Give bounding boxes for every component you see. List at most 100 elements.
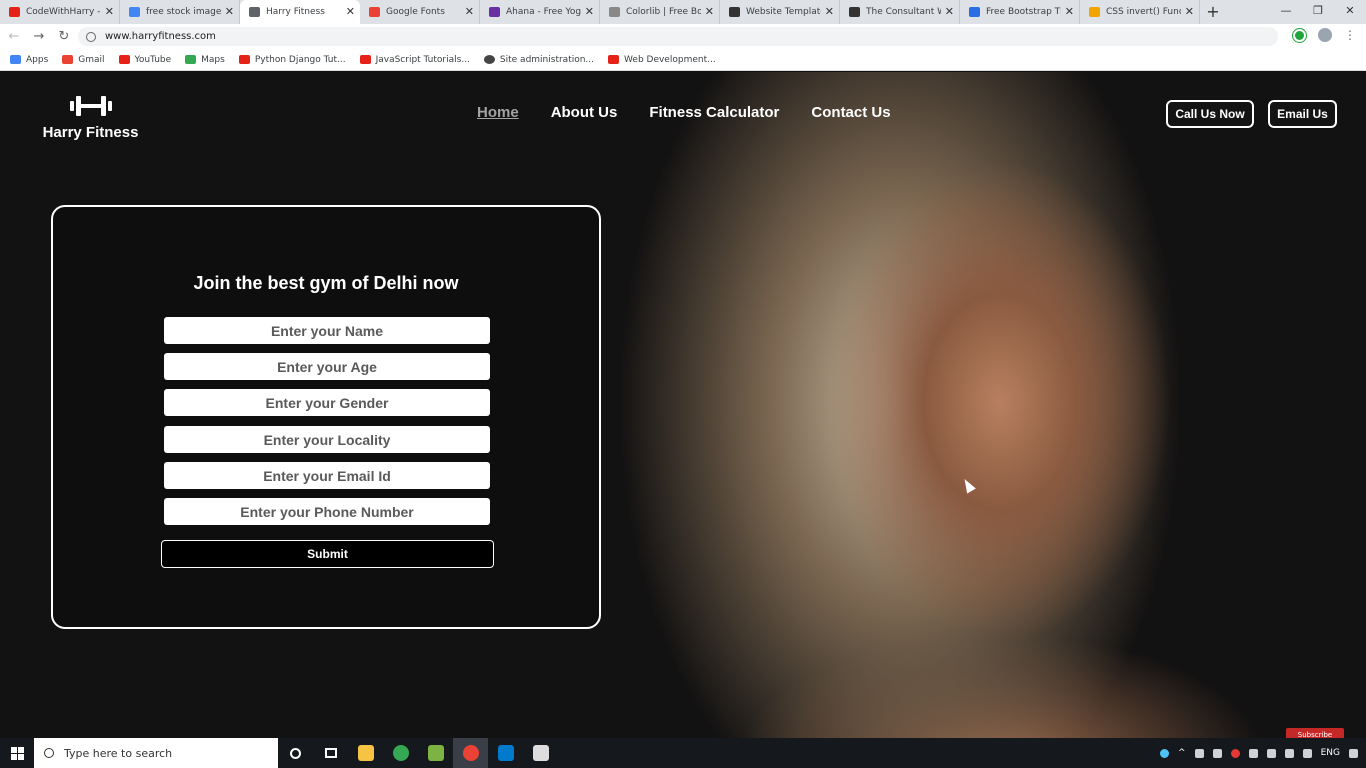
tab-ahana[interactable]: Ahana - Free Yoga ✕ [480, 0, 600, 24]
close-tab-icon[interactable]: ✕ [945, 5, 954, 18]
tab-website-templates[interactable]: Website Templates✕ [720, 0, 840, 24]
task-view-icon [324, 748, 337, 758]
taskbar-file-explorer[interactable] [348, 738, 383, 768]
windows-taskbar: Type here to search ^ ENG [0, 738, 1366, 768]
taskbar-photos[interactable] [523, 738, 558, 768]
bookmark-apps[interactable]: Apps [10, 55, 48, 65]
minimize-button[interactable]: — [1270, 0, 1302, 24]
notepad-icon [427, 745, 444, 761]
tab-free-bootstrap[interactable]: Free Bootstrap The✕ [960, 0, 1080, 24]
task-view-button[interactable] [313, 738, 348, 768]
close-tab-icon[interactable]: ✕ [585, 5, 594, 18]
join-form-card: Join the best gym of Delhi now Submit [51, 205, 601, 629]
site-info-icon[interactable] [86, 31, 96, 42]
website-viewport: Harry Fitness Home About Us Fitness Calc… [0, 72, 1366, 738]
bookmark-youtube[interactable]: YouTube [118, 55, 171, 65]
globe-icon [249, 7, 260, 17]
tab-codewithharry[interactable]: CodeWithHarry - Yo✕ [0, 0, 120, 24]
globe-icon [483, 55, 495, 64]
apps-grid-icon [10, 55, 21, 64]
profile-avatar[interactable] [1318, 28, 1332, 42]
language-indicator[interactable]: ENG [1321, 748, 1340, 758]
bookmark-web-dev[interactable]: Web Development... [608, 55, 716, 65]
brand-name: Harry Fitness [42, 124, 139, 141]
tab-google-fonts[interactable]: Google Fonts ✕ [360, 0, 480, 24]
taskbar-vscode[interactable] [488, 738, 523, 768]
bookmark-python-django[interactable]: Python Django Tut... [238, 55, 346, 65]
name-field[interactable] [164, 317, 490, 344]
tab-consultant[interactable]: The Consultant We✕ [840, 0, 960, 24]
brand-logo[interactable]: Harry Fitness [38, 94, 143, 141]
record-icon[interactable] [1230, 748, 1240, 758]
tab-free-stock-images[interactable]: free stock images -✕ [120, 0, 240, 24]
nav-about-us[interactable]: About Us [551, 104, 618, 121]
reload-button[interactable]: ↻ [53, 29, 75, 44]
close-tab-icon[interactable]: ✕ [346, 5, 355, 18]
age-field[interactable] [164, 353, 490, 380]
network-icon[interactable] [1266, 748, 1276, 758]
search-icon [44, 748, 54, 758]
new-tab-button[interactable]: + [1200, 0, 1226, 24]
close-tab-icon[interactable]: ✕ [225, 5, 234, 18]
taskbar-search[interactable]: Type here to search [34, 738, 278, 768]
volume-icon[interactable] [1284, 748, 1294, 758]
close-tab-icon[interactable]: ✕ [1065, 5, 1074, 18]
colorlib-icon [609, 7, 620, 17]
mouse-cursor-icon [960, 476, 976, 494]
submit-button[interactable]: Submit [161, 540, 494, 568]
window-controls: — ❐ ✕ [1270, 0, 1366, 24]
help-icon[interactable] [1160, 748, 1170, 758]
folder-icon [357, 745, 374, 761]
wix-icon [729, 7, 740, 17]
phone-field[interactable] [164, 498, 490, 525]
show-hidden-icons[interactable]: ^ [1178, 748, 1186, 758]
call-us-button[interactable]: Call Us Now [1166, 100, 1254, 128]
browser-menu-icon[interactable]: ⋮ [1344, 28, 1356, 42]
subscribe-badge[interactable]: Subscribe [1286, 728, 1344, 738]
css-tricks-icon [1089, 7, 1100, 17]
taskbar-chrome-active[interactable] [453, 738, 488, 768]
url-field[interactable]: www.harryfitness.com [78, 27, 1278, 46]
chrome-icon [392, 745, 409, 761]
close-window-button[interactable]: ✕ [1334, 0, 1366, 24]
battery-icon[interactable] [1248, 748, 1258, 758]
ahana-icon [489, 7, 500, 17]
gender-field[interactable] [164, 389, 490, 416]
start-button[interactable] [0, 738, 34, 768]
bookmark-site-admin[interactable]: Site administration... [483, 55, 594, 65]
wix-icon [849, 7, 860, 17]
form-heading: Join the best gym of Delhi now [193, 273, 459, 293]
bookmark-maps[interactable]: Maps [185, 55, 225, 65]
close-tab-icon[interactable]: ✕ [825, 5, 834, 18]
email-us-button[interactable]: Email Us [1268, 100, 1337, 128]
restore-button[interactable]: ❐ [1302, 0, 1334, 24]
nav-contact-us[interactable]: Contact Us [811, 104, 890, 121]
main-nav: Home About Us Fitness Calculator Contact… [477, 104, 891, 121]
tab-harry-fitness[interactable]: Harry Fitness ✕ [240, 0, 360, 24]
locality-field[interactable] [164, 426, 490, 453]
microphone-icon[interactable] [1212, 748, 1222, 758]
bootstrap-icon [969, 7, 980, 17]
forward-button[interactable]: → [28, 29, 50, 44]
close-tab-icon[interactable]: ✕ [1185, 5, 1194, 18]
close-tab-icon[interactable]: ✕ [705, 5, 714, 18]
youtube-icon [9, 7, 20, 17]
tab-css-invert[interactable]: CSS invert() Functio✕ [1080, 0, 1200, 24]
back-button[interactable]: ← [3, 29, 25, 44]
taskbar-chrome[interactable] [383, 738, 418, 768]
notifications-icon[interactable] [1349, 748, 1358, 758]
pen-icon[interactable] [1302, 748, 1312, 758]
tab-colorlib[interactable]: Colorlib | Free Boot✕ [600, 0, 720, 24]
close-tab-icon[interactable]: ✕ [105, 5, 114, 18]
bookmark-gmail[interactable]: Gmail [62, 55, 105, 65]
cortana-button[interactable] [278, 738, 313, 768]
onedrive-icon[interactable] [1194, 748, 1204, 758]
dumbbell-icon [68, 94, 114, 118]
email-field[interactable] [164, 462, 490, 489]
close-tab-icon[interactable]: ✕ [465, 5, 474, 18]
taskbar-notepad[interactable] [418, 738, 453, 768]
nav-fitness-calculator[interactable]: Fitness Calculator [649, 104, 779, 121]
nav-home[interactable]: Home [477, 104, 519, 121]
extension-icon[interactable] [1293, 28, 1306, 42]
bookmark-javascript[interactable]: JavaScript Tutorials... [359, 55, 470, 65]
